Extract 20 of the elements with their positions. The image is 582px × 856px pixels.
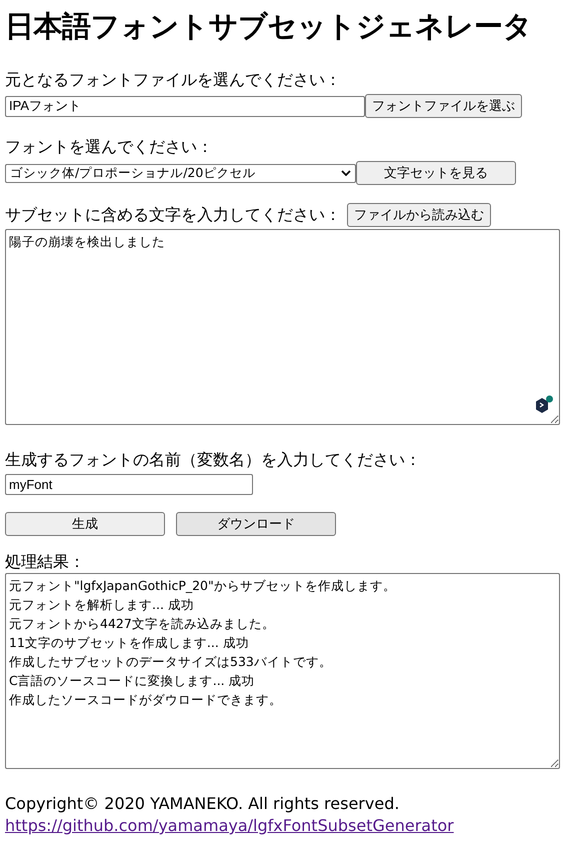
font-name-field[interactable]: myFont <box>5 474 253 495</box>
download-button[interactable]: ダウンロード <box>176 512 336 536</box>
generate-button[interactable]: 生成 <box>5 512 165 536</box>
result-field[interactable]: 元フォント"lgfxJapanGothicP_20"からサブセットを作成します。 元フォントを解析します... 成功 元フォントから4427文字を読み込みました。 11文字のサブセットを作成します... 成功 作成したサブセットのデータサイズは533バイトです。 C言語のソースコードに変換します... 成功 作成したソースコードがダウロードできます。 <box>5 573 560 769</box>
caret-icon <box>341 170 351 176</box>
characters-field[interactable]: 陽子の崩壊を検出しました <box>5 229 560 425</box>
field-label: 元となるフォントファイルを選んでください： <box>5 70 342 90</box>
choose-file-button[interactable]: フォントファイルを選ぶ <box>365 94 522 118</box>
font-dropdown[interactable]: ゴシック体/プロポーショナル/20ピクセル <box>5 164 356 182</box>
load-file-button[interactable]: ファイルから読み込む <box>347 203 491 227</box>
hexagon-icon[interactable] <box>534 395 554 415</box>
field-label: サブセットに含める文字を入力してください： <box>5 205 341 225</box>
view-charset-button[interactable]: 文字セットを見る <box>356 161 516 185</box>
field-label: フォントを選んでください： <box>5 137 214 157</box>
copyright-text: Copyright© 2020 YAMANEKO. All rights reserved. <box>5 793 400 815</box>
font-file-field[interactable]: IPAフォント <box>5 96 365 116</box>
field-label: 処理結果： <box>5 553 86 571</box>
page-title: 日本語フォントサブセットジェネレータ <box>5 8 533 45</box>
field-label: 生成するフォントの名前（変数名）を入力してください： <box>5 450 422 470</box>
github-link[interactable]: https://github.com/yamamaya/lgfxFontSubsetGenerator <box>5 816 454 835</box>
